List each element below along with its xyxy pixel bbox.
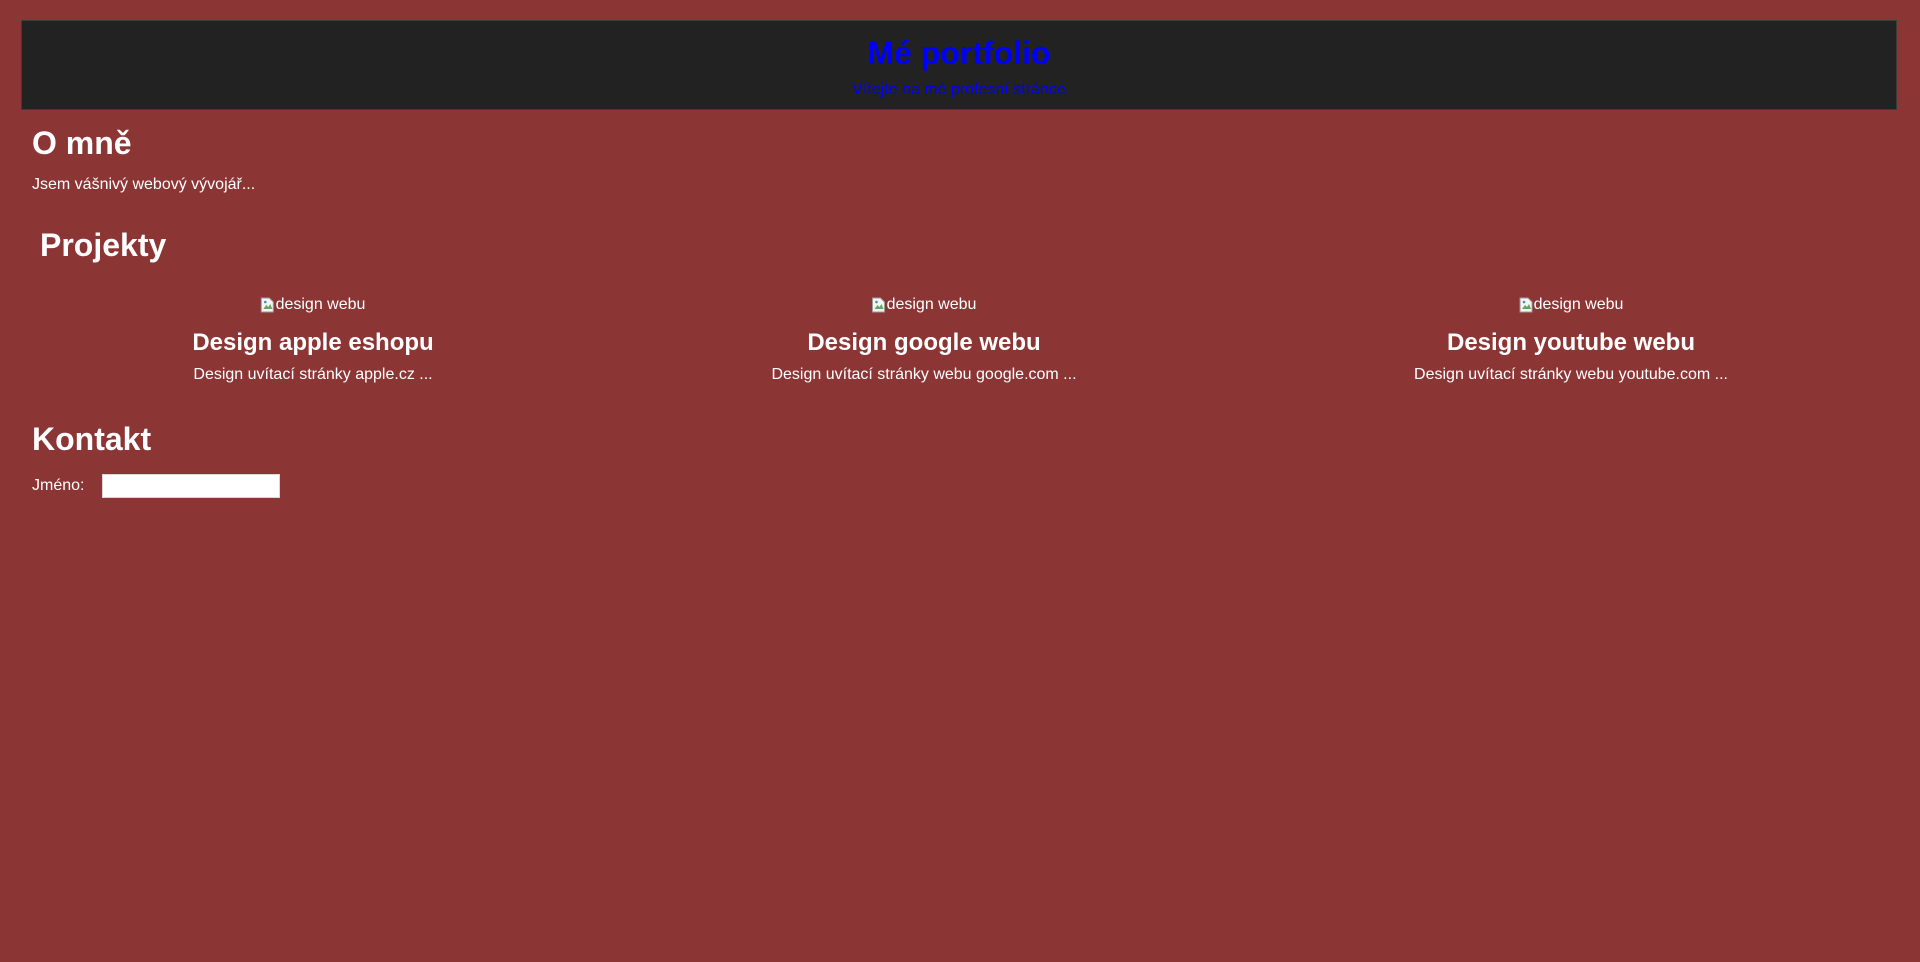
about-text: Jsem vášnivý webový vývojář... xyxy=(32,176,256,193)
project-title: Design google webu xyxy=(807,329,1041,356)
project-card-apple: design webu Design apple eshopu Design u… xyxy=(192,295,433,385)
project-description: Design uvítací stránky webu google.com .… xyxy=(771,366,1077,383)
page-subtitle: Vítejte na mé profesní stránce xyxy=(852,81,1066,98)
broken-image-icon xyxy=(1519,297,1533,313)
projects-heading: Projekty xyxy=(40,227,167,263)
project-image-alt: design webu xyxy=(886,296,977,313)
about-heading: O mně xyxy=(32,125,132,161)
project-description: Design uvítací stránky webu youtube.com … xyxy=(1414,366,1728,383)
project-description: Design uvítací stránky apple.cz ... xyxy=(193,366,433,383)
page-title: Mé portfolio xyxy=(867,35,1051,71)
project-image: design webu xyxy=(872,295,977,315)
project-image: design webu xyxy=(261,295,366,315)
project-title: Design apple eshopu xyxy=(192,329,434,356)
contact-heading: Kontakt xyxy=(32,421,152,457)
name-input[interactable] xyxy=(102,474,280,498)
project-image: design webu xyxy=(1519,295,1624,315)
project-card-youtube: design webu Design youtube webu Design u… xyxy=(1414,295,1728,385)
project-card-google: design webu Design google webu Design uv… xyxy=(771,295,1076,385)
page-header: Mé portfolio Vítejte na mé profesní strá… xyxy=(21,20,1897,110)
name-label: Jméno: xyxy=(32,477,85,494)
project-image-alt: design webu xyxy=(1533,296,1624,313)
broken-image-icon xyxy=(261,297,275,313)
broken-image-icon xyxy=(872,297,886,313)
project-image-alt: design webu xyxy=(275,296,366,313)
project-title: Design youtube webu xyxy=(1446,329,1695,356)
